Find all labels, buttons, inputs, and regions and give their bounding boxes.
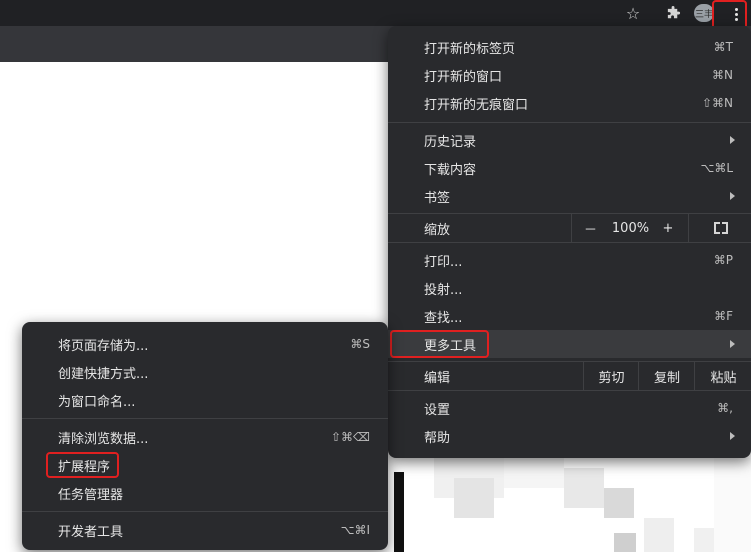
shortcut-label: ⌘P bbox=[713, 253, 733, 267]
submenu-name-window[interactable]: 为窗口命名... bbox=[22, 386, 388, 414]
menu-new-incognito-window[interactable]: 打开新的无痕窗口 ⇧⌘N bbox=[388, 89, 751, 117]
menu-item-label: 将页面存储为... bbox=[58, 338, 149, 354]
submenu-task-manager[interactable]: 任务管理器 bbox=[22, 479, 388, 507]
shortcut-label: ⇧⌘N bbox=[701, 96, 733, 110]
menu-item-label: 任务管理器 bbox=[58, 487, 124, 503]
submenu-developer-tools[interactable]: 开发者工具 ⌥⌘I bbox=[22, 516, 388, 544]
shortcut-label: ⌘F bbox=[714, 309, 733, 323]
chevron-right-icon bbox=[730, 192, 735, 200]
menu-separator bbox=[22, 511, 388, 512]
menu-item-label: 编辑 bbox=[424, 370, 451, 386]
shortcut-label: ⌥⌘L bbox=[700, 161, 733, 175]
menu-item-label: 投射... bbox=[424, 282, 463, 298]
menu-cast[interactable]: 投射... bbox=[388, 274, 751, 302]
extensions-puzzle-icon[interactable] bbox=[662, 0, 684, 26]
chrome-main-menu: 打开新的标签页 ⌘T 打开新的窗口 ⌘N 打开新的无痕窗口 ⇧⌘N 历史记录 下… bbox=[388, 26, 751, 458]
menu-find[interactable]: 查找... ⌘F bbox=[388, 302, 751, 330]
menu-history[interactable]: 历史记录 bbox=[388, 126, 751, 154]
menu-zoom-row: 缩放 － 100% + bbox=[388, 214, 751, 242]
bookmark-star-icon[interactable]: ☆ bbox=[622, 0, 644, 26]
menu-new-window[interactable]: 打开新的窗口 ⌘N bbox=[388, 61, 751, 89]
submenu-save-page[interactable]: 将页面存储为... ⌘S bbox=[22, 330, 388, 358]
chevron-right-icon bbox=[730, 136, 735, 144]
submenu-clear-browsing-data[interactable]: 清除浏览数据... ⇧⌘⌫ bbox=[22, 423, 388, 451]
shortcut-label: ⌘N bbox=[712, 68, 733, 82]
more-tools-highlight bbox=[390, 330, 489, 358]
menu-separator bbox=[388, 390, 751, 391]
menu-bookmarks[interactable]: 书签 bbox=[388, 182, 751, 210]
copy-button[interactable]: 复制 bbox=[638, 362, 695, 390]
profile-avatar[interactable]: 三丰 bbox=[694, 4, 714, 22]
menu-help[interactable]: 帮助 bbox=[388, 422, 751, 450]
extensions-highlight bbox=[46, 452, 119, 478]
menu-item-label: 下载内容 bbox=[424, 162, 477, 178]
menu-new-tab[interactable]: 打开新的标签页 ⌘T bbox=[388, 33, 751, 61]
submenu-create-shortcut[interactable]: 创建快捷方式... bbox=[22, 358, 388, 386]
zoom-out-button[interactable]: － bbox=[571, 214, 609, 242]
menu-separator bbox=[388, 122, 751, 123]
more-tools-submenu: 将页面存储为... ⌘S 创建快捷方式... 为窗口命名... 清除浏览数据..… bbox=[22, 322, 388, 550]
menu-item-label: 查找... bbox=[424, 310, 463, 326]
menu-separator bbox=[22, 418, 388, 419]
cut-button[interactable]: 剪切 bbox=[583, 362, 639, 390]
menu-item-label: 清除浏览数据... bbox=[58, 431, 149, 447]
zoom-level: 100% bbox=[611, 220, 650, 236]
menu-item-label: 打开新的标签页 bbox=[424, 41, 516, 57]
chevron-right-icon bbox=[730, 432, 735, 440]
zoom-in-button[interactable]: + bbox=[653, 214, 683, 242]
shortcut-label: ⇧⌘⌫ bbox=[330, 430, 370, 444]
shortcut-label: ⌘, bbox=[717, 401, 733, 415]
shortcut-label: ⌘T bbox=[713, 40, 733, 54]
menu-item-label: 打开新的无痕窗口 bbox=[424, 97, 529, 113]
menu-item-label: 创建快捷方式... bbox=[58, 366, 149, 382]
shortcut-label: ⌥⌘I bbox=[340, 523, 370, 537]
menu-item-label: 为窗口命名... bbox=[58, 394, 136, 410]
fullscreen-icon bbox=[713, 222, 728, 234]
menu-item-label: 开发者工具 bbox=[58, 524, 124, 540]
paste-button[interactable]: 粘贴 bbox=[694, 362, 751, 390]
menu-edit-row: 编辑 剪切 复制 粘贴 bbox=[388, 362, 751, 390]
menu-downloads[interactable]: 下载内容 ⌥⌘L bbox=[388, 154, 751, 182]
menu-item-label: 书签 bbox=[424, 190, 451, 206]
blurred-content bbox=[394, 458, 751, 552]
menu-item-label: 历史记录 bbox=[424, 134, 477, 150]
menu-separator bbox=[388, 242, 751, 243]
menu-print[interactable]: 打印... ⌘P bbox=[388, 246, 751, 274]
shortcut-label: ⌘S bbox=[350, 337, 370, 351]
menu-item-label: 设置 bbox=[424, 402, 451, 418]
chevron-right-icon bbox=[730, 340, 735, 348]
menu-item-label: 打印... bbox=[424, 254, 463, 270]
menu-item-label: 帮助 bbox=[424, 430, 451, 446]
menu-item-label: 缩放 bbox=[424, 222, 451, 238]
browser-toolbar: ☆ 三丰 bbox=[0, 0, 751, 32]
menu-settings[interactable]: 设置 ⌘, bbox=[388, 394, 751, 422]
fullscreen-button[interactable] bbox=[688, 214, 751, 242]
menu-item-label: 打开新的窗口 bbox=[424, 69, 503, 85]
